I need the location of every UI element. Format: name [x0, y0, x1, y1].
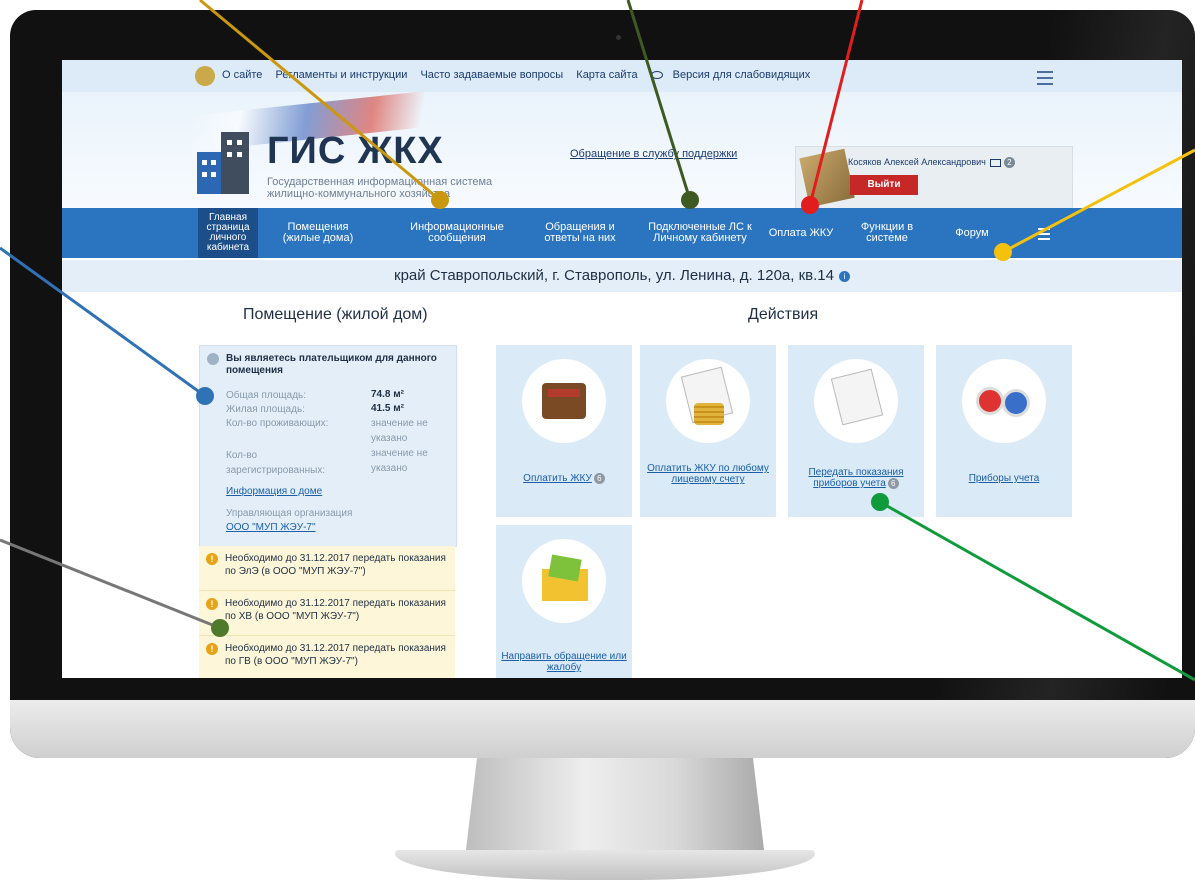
document-icon [814, 359, 898, 443]
notice-text: Необходимо до 31.12.2017 передать показа… [225, 598, 446, 622]
residents-value: значение не указано [371, 418, 428, 444]
monitor-stand [465, 758, 765, 858]
tile-pay-badge: 6 [593, 473, 605, 484]
address-text: край Ставропольский, г. Ставрополь, ул. … [394, 267, 834, 284]
payer-note: Вы являетесь плательщиком для данного по… [226, 353, 437, 376]
address-bar: край Ставропольский, г. Ставрополь, ул. … [62, 260, 1182, 292]
tile-readings-label[interactable]: Передать показания приборов учета 6 [792, 467, 920, 489]
mgmt-link[interactable]: ООО "МУП ЖЭУ-7" [226, 522, 316, 533]
logout-button[interactable]: Выйти [850, 175, 918, 195]
camera-icon [616, 35, 621, 40]
notice-item[interactable]: ! Необходимо до 31.12.2017 передать пока… [199, 546, 455, 591]
nav-forum[interactable]: Форум [932, 208, 1012, 258]
emblem-icon [195, 66, 215, 86]
link-sitemap[interactable]: Карта сайта [576, 69, 637, 81]
warning-icon: ! [206, 598, 218, 610]
tile-pay-label[interactable]: Оплатить ЖКУ 6 [500, 473, 628, 484]
premises-heading: Помещение (жилой дом) [243, 306, 428, 323]
menu-icon[interactable] [1037, 71, 1053, 85]
nav-info-messages[interactable]: Информационные сообщения [392, 208, 522, 258]
total-area-label: Общая площадь: [226, 390, 307, 401]
nav-payment[interactable]: Оплата ЖКУ [762, 208, 840, 258]
link-faq[interactable]: Часто задаваемые вопросы [420, 69, 563, 81]
wallet-icon [522, 359, 606, 443]
link-regulations[interactable]: Регламенты и инструкции [275, 69, 407, 81]
main-nav: Главная страница личного кабинета Помеще… [62, 208, 1182, 258]
user-card-image [799, 148, 855, 208]
top-bar: О сайте Регламенты и инструкции Часто за… [62, 60, 1182, 92]
support-link[interactable]: Обращение в службу поддержки [570, 148, 737, 160]
eye-icon [650, 71, 663, 80]
logo-icon[interactable] [197, 130, 257, 194]
monitor-base [395, 850, 815, 880]
tile-meters[interactable]: Приборы учета [936, 345, 1072, 517]
residents-label: Кол-во проживающих: [226, 418, 329, 429]
tile-pay-any-label[interactable]: Оплатить ЖКУ по любому лицевому счету [644, 463, 772, 485]
nav-home[interactable]: Главная страница личного кабинета [198, 208, 258, 258]
tile-appeal-label[interactable]: Направить обращение или жалобу [500, 651, 628, 673]
premises-info: Вы являетесь плательщиком для данного по… [199, 345, 457, 547]
water-meter-icon [962, 359, 1046, 443]
logo-subtitle: Государственная информационная система ж… [267, 176, 493, 200]
link-about[interactable]: О сайте [222, 69, 262, 81]
tile-pay[interactable]: Оплатить ЖКУ 6 [496, 345, 632, 517]
tile-readings-badge: 6 [887, 478, 899, 489]
house-info-link[interactable]: Информация о доме [226, 486, 322, 497]
mail-icon[interactable] [989, 158, 1001, 167]
actions-heading: Действия [748, 306, 819, 323]
nav-appeals[interactable]: Обращения и ответы на них [530, 208, 630, 258]
notice-text: Необходимо до 31.12.2017 передать показа… [225, 553, 446, 577]
living-area-label: Жилая площадь: [226, 404, 305, 415]
logo-title[interactable]: ГИС ЖКХ [267, 130, 444, 173]
accessibility-label: Версия для слабовидящих [672, 69, 811, 81]
tile-readings[interactable]: Передать показания приборов учета 6 [788, 345, 924, 517]
info-circle-icon [207, 353, 219, 365]
user-card: Косяков Алексей Александрович 2 Выйти [795, 146, 1073, 210]
envelope-icon [522, 539, 606, 623]
warning-icon: ! [206, 643, 218, 655]
nav-premises[interactable]: Помещения (жилые дома) [268, 208, 368, 258]
accessibility-link[interactable]: Версия для слабовидящих [650, 69, 821, 81]
tile-meters-label[interactable]: Приборы учета [940, 473, 1068, 484]
registered-value: значение не указано [371, 448, 428, 474]
tile-pay-any[interactable]: Оплатить ЖКУ по любому лицевому счету [640, 345, 776, 517]
living-area-value: 41.5 м² [371, 403, 404, 414]
nav-menu-icon[interactable] [1038, 228, 1050, 240]
info-icon[interactable]: i [838, 270, 850, 282]
nav-accounts[interactable]: Подключенные ЛС к Личному кабинету [640, 208, 760, 258]
notification-count: 2 [1003, 157, 1015, 168]
header: ГИС ЖКХ Государственная информационная с… [62, 84, 1182, 210]
coins-icon [666, 359, 750, 443]
user-name[interactable]: Косяков Алексей Александрович 2 [848, 157, 1015, 168]
registered-label: Кол-во зарегистрированных: [226, 450, 326, 476]
warning-icon: ! [206, 553, 218, 565]
top-links: О сайте Регламенты и инструкции Часто за… [222, 69, 830, 81]
notice-item[interactable]: ! Необходимо до 31.12.2017 передать пока… [199, 636, 455, 678]
total-area-value: 74.8 м² [371, 389, 404, 400]
notice-item[interactable]: ! Необходимо до 31.12.2017 передать пока… [199, 591, 455, 636]
tile-appeal[interactable]: Направить обращение или жалобу [496, 525, 632, 678]
screen: О сайте Регламенты и инструкции Часто за… [62, 60, 1182, 678]
nav-functions[interactable]: Функции в системе [847, 208, 927, 258]
mgmt-label: Управляющая организация [226, 508, 353, 519]
monitor-chin [10, 700, 1195, 758]
notice-text: Необходимо до 31.12.2017 передать показа… [225, 643, 446, 667]
